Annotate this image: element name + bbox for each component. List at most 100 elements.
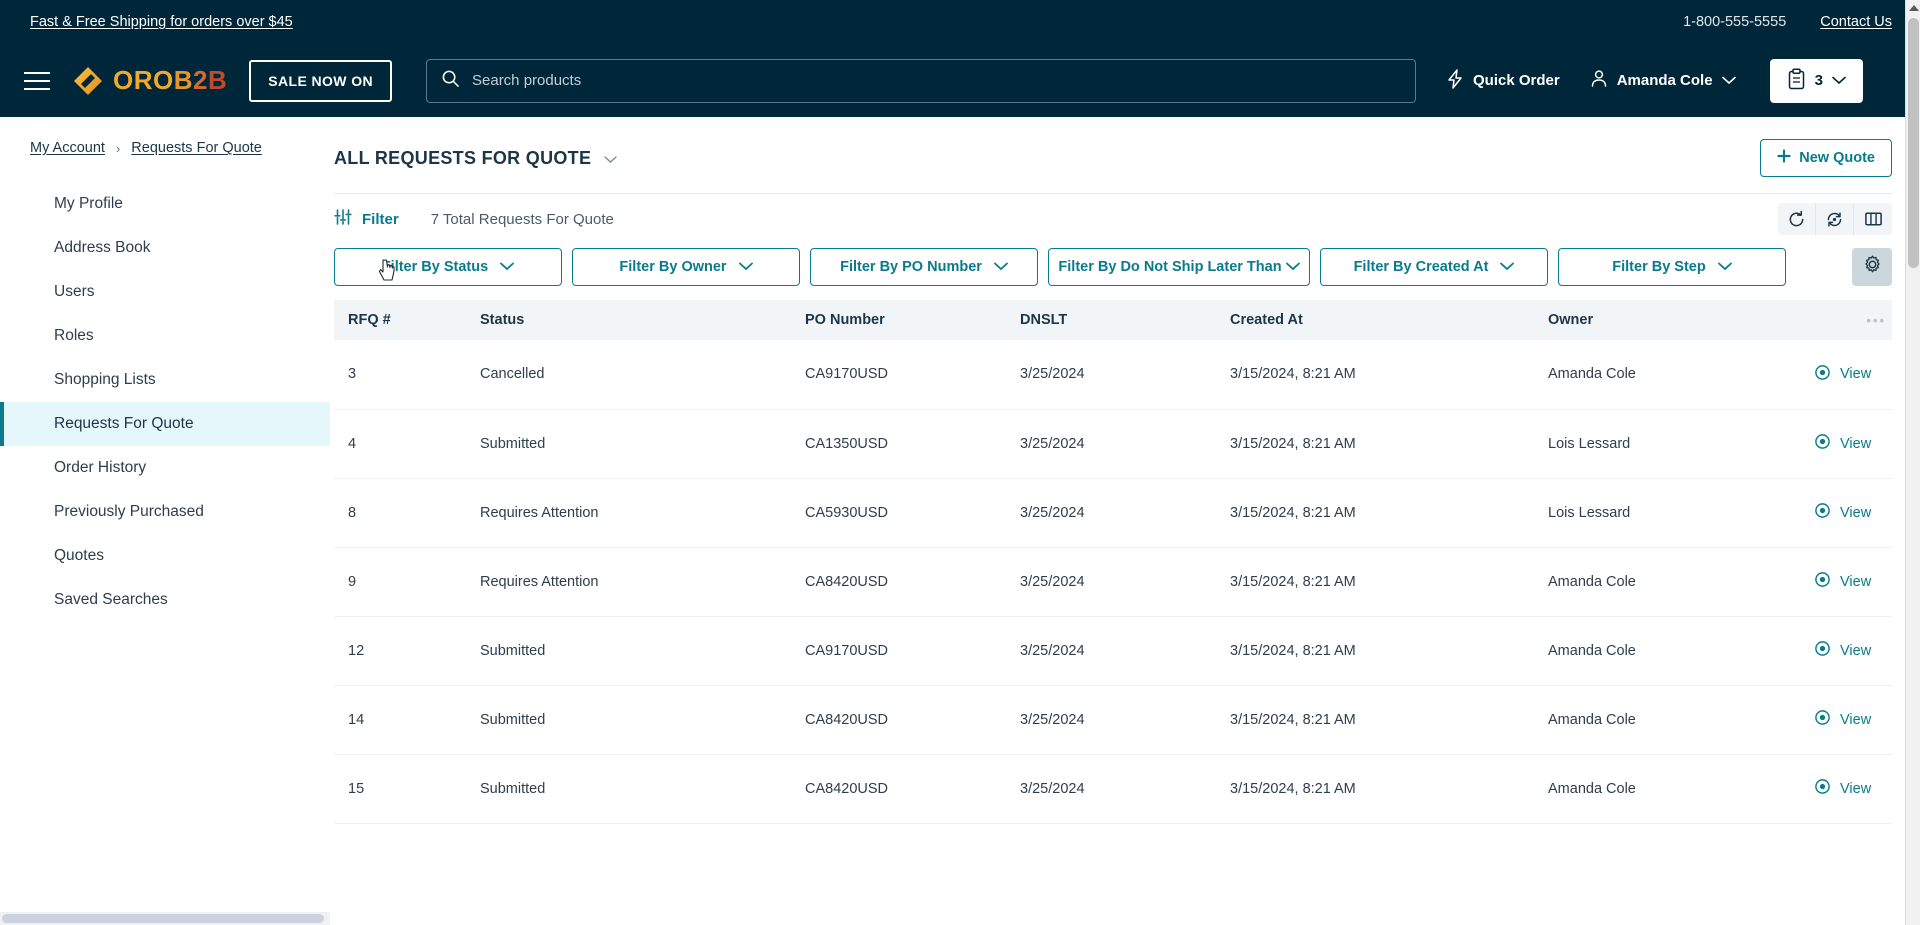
cell-dnslt: 3/25/2024 [1020, 435, 1085, 452]
view-button[interactable]: View [1814, 364, 1892, 385]
shipping-banner-link[interactable]: Fast & Free Shipping for orders over $45 [30, 14, 293, 30]
filter-sliders-icon [334, 208, 352, 230]
table-row[interactable]: 14 Submitted CA8420USD 3/25/2024 3/15/20… [334, 685, 1892, 754]
column-header-created-at[interactable]: Created At [1216, 300, 1534, 340]
cell-status: Requires Attention [480, 504, 599, 521]
eye-view-icon [1814, 433, 1831, 454]
sale-now-on-button[interactable]: SALE NOW ON [249, 59, 392, 102]
column-header-dnslt[interactable]: DNSLT [1006, 300, 1216, 340]
clipboard-cart-icon [1787, 67, 1806, 94]
horizontal-scrollbar[interactable] [0, 912, 330, 925]
sidebar-item-users[interactable]: Users [0, 270, 330, 314]
account-menu[interactable]: Amanda Cole [1590, 69, 1736, 92]
cell-created-at: 3/15/2024, 8:21 AM [1230, 780, 1356, 797]
breadcrumb-requests-for-quote[interactable]: Requests For Quote [131, 140, 262, 156]
cell-status: Cancelled [480, 366, 545, 383]
view-label: View [1840, 573, 1872, 590]
view-button[interactable]: View [1814, 502, 1892, 523]
cell-dnslt: 3/25/2024 [1020, 504, 1085, 521]
view-button[interactable]: View [1814, 640, 1892, 661]
search-icon [441, 69, 460, 93]
cell-status: Submitted [480, 711, 546, 728]
cart-count: 3 [1814, 72, 1823, 89]
announcement-left: Fast & Free Shipping for orders over $45 [30, 13, 293, 31]
view-button[interactable]: View [1814, 571, 1892, 592]
horizontal-scrollbar-thumb[interactable] [2, 914, 324, 923]
page-title[interactable]: ALL REQUESTS FOR QUOTE [334, 148, 617, 169]
filter-by-owner-dropdown[interactable]: Filter By Owner [572, 248, 800, 286]
cell-actions: View [1800, 409, 1892, 478]
cell-owner: Amanda Cole [1548, 780, 1636, 797]
filter-by-step-dropdown[interactable]: Filter By Step [1558, 248, 1786, 286]
vertical-scrollbar-thumb[interactable] [1908, 18, 1919, 268]
sidebar-item-my-profile[interactable]: My Profile [0, 182, 330, 226]
eye-view-icon [1814, 571, 1831, 592]
breadcrumb-my-account[interactable]: My Account [30, 140, 105, 156]
cell-actions: View [1800, 478, 1892, 547]
contact-us-link[interactable]: Contact Us [1820, 14, 1892, 30]
table-row[interactable]: 4 Submitted CA1350USD 3/25/2024 3/15/202… [334, 409, 1892, 478]
filter-pills: Filter By Status Filter By Owner Filter … [334, 244, 1892, 286]
cell-created-at: 3/15/2024, 8:21 AM [1230, 573, 1356, 590]
table-row[interactable]: 12 Submitted CA9170USD 3/25/2024 3/15/20… [334, 616, 1892, 685]
search-bar[interactable] [426, 58, 1416, 103]
plus-icon [1777, 149, 1791, 167]
view-button[interactable]: View [1814, 778, 1892, 799]
chevron-down-icon [1721, 72, 1736, 89]
new-quote-button[interactable]: New Quote [1760, 139, 1892, 177]
column-header-owner[interactable]: Owner [1534, 300, 1800, 340]
filter-toggle-button[interactable]: Filter [334, 208, 399, 230]
filter-by-created-at-dropdown[interactable]: Filter By Created At [1320, 248, 1548, 286]
columns-icon[interactable] [1854, 203, 1892, 235]
account-sidebar: My Account › Requests For Quote My Profi… [0, 117, 330, 925]
sidebar-nav: My Profile Address Book Users Roles Shop… [0, 182, 330, 622]
cell-status: Submitted [480, 642, 546, 659]
cart-button[interactable]: 3 [1769, 58, 1863, 103]
sidebar-item-shopping-lists[interactable]: Shopping Lists [0, 358, 330, 402]
column-header-po-number[interactable]: PO Number [791, 300, 1006, 340]
sidebar-item-address-book[interactable]: Address Book [0, 226, 330, 270]
reset-icon[interactable] [1816, 203, 1854, 235]
view-button[interactable]: View [1814, 709, 1892, 730]
orob2b-logo[interactable]: OROB2B [72, 65, 227, 97]
filter-by-po-number-dropdown[interactable]: Filter By PO Number [810, 248, 1038, 286]
main-content: ALL REQUESTS FOR QUOTE New Quote Filter … [330, 117, 1920, 925]
filter-by-created-at-label: Filter By Created At [1353, 259, 1489, 275]
sidebar-item-order-history[interactable]: Order History [0, 446, 330, 490]
filter-by-dnslt-dropdown[interactable]: Filter By Do Not Ship Later Than [1048, 248, 1310, 286]
refresh-icon[interactable] [1778, 203, 1816, 235]
sidebar-item-requests-for-quote[interactable]: Requests For Quote [0, 402, 330, 446]
sidebar-item-quotes[interactable]: Quotes [0, 534, 330, 578]
table-row[interactable]: 8 Requires Attention CA5930USD 3/25/2024… [334, 478, 1892, 547]
hamburger-menu-icon[interactable] [24, 68, 54, 94]
vertical-scrollbar[interactable] [1905, 0, 1920, 925]
view-label: View [1840, 366, 1872, 383]
cell-created-at: 3/15/2024, 8:21 AM [1230, 642, 1356, 659]
search-input[interactable] [472, 72, 1401, 89]
cell-po-number: CA1350USD [805, 435, 889, 452]
sidebar-item-roles[interactable]: Roles [0, 314, 330, 358]
cell-status: Submitted [480, 435, 546, 452]
table-row[interactable]: 9 Requires Attention CA8420USD 3/25/2024… [334, 547, 1892, 616]
grid-settings-button[interactable] [1852, 248, 1892, 286]
view-label: View [1840, 504, 1872, 521]
table-row[interactable]: 3 Cancelled CA9170USD 3/25/2024 3/15/202… [334, 340, 1892, 409]
eye-view-icon [1814, 709, 1831, 730]
chevron-down-icon[interactable] [604, 148, 617, 169]
filter-by-status-dropdown[interactable]: Filter By Status [334, 248, 562, 286]
row-actions-menu-icon[interactable]: ••• [1800, 300, 1892, 340]
sidebar-item-previously-purchased[interactable]: Previously Purchased [0, 490, 330, 534]
sidebar-item-saved-searches[interactable]: Saved Searches [0, 578, 330, 622]
column-header-rfq[interactable]: RFQ # [334, 300, 466, 340]
cell-dnslt: 3/25/2024 [1020, 711, 1085, 728]
quick-order-button[interactable]: Quick Order [1446, 68, 1560, 93]
cell-owner: Amanda Cole [1548, 642, 1636, 659]
table-row[interactable]: 15 Submitted CA8420USD 3/25/2024 3/15/20… [334, 754, 1892, 823]
column-header-status[interactable]: Status [466, 300, 791, 340]
logo-text-oro: ORO [113, 65, 174, 95]
chevron-down-icon [1717, 259, 1732, 275]
scroll-up-arrow-icon[interactable] [1909, 5, 1919, 11]
view-button[interactable]: View [1814, 433, 1892, 454]
page-body: My Account › Requests For Quote My Profi… [0, 117, 1920, 925]
cell-dnslt: 3/25/2024 [1020, 780, 1085, 797]
